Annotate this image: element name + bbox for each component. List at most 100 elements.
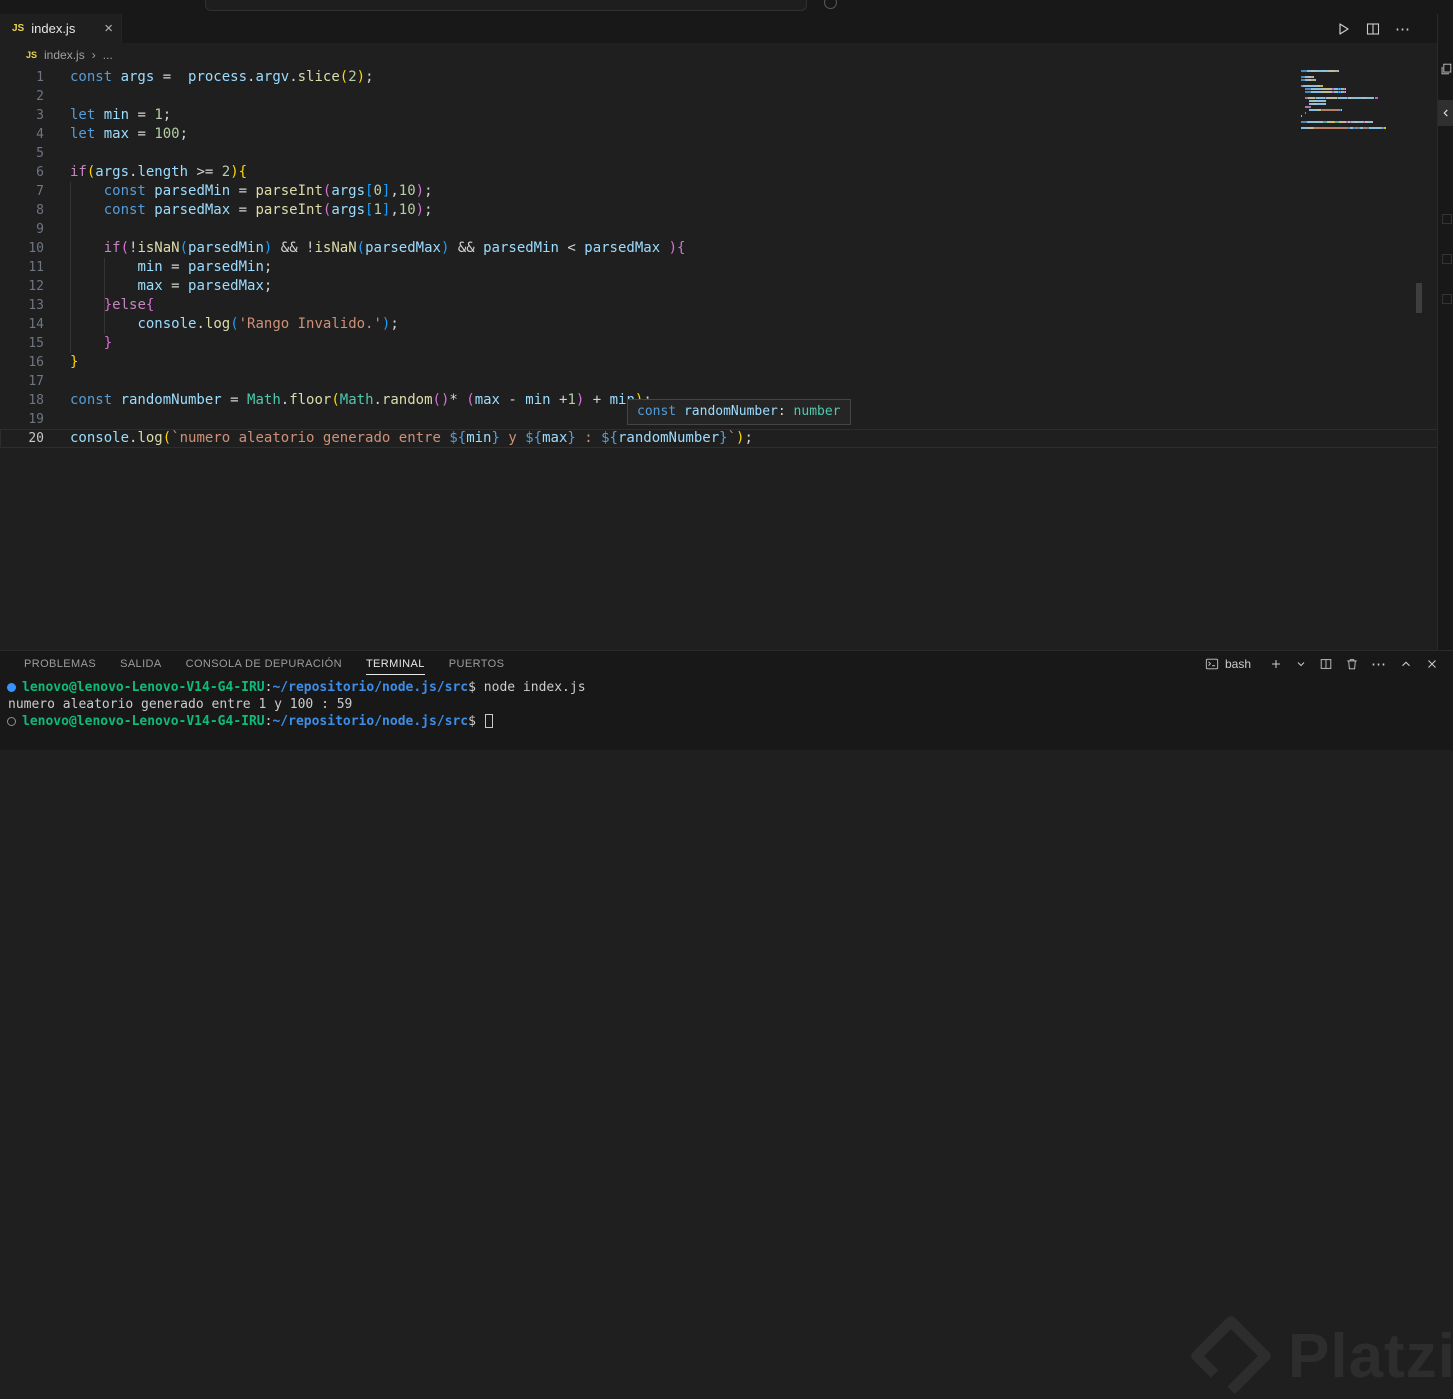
line-number[interactable]: 17: [0, 372, 44, 391]
panel-tab-problemas[interactable]: PROBLEMAS: [24, 651, 96, 677]
token: parseInt: [255, 183, 323, 199]
token: min: [103, 107, 130, 123]
close-panel-button[interactable]: [1425, 657, 1439, 671]
maximize-panel-button[interactable]: [1399, 657, 1413, 671]
line-number[interactable]: 2: [0, 87, 44, 106]
kill-terminal-trash-button[interactable]: [1345, 657, 1359, 671]
line-number[interactable]: 4: [0, 125, 44, 144]
token: 2: [348, 69, 357, 85]
code-line[interactable]: 20 console.log(`numero aleatorio generado…: [0, 429, 1453, 448]
line-number[interactable]: 6: [0, 163, 44, 182]
line-number[interactable]: 16: [0, 353, 44, 372]
split-terminal-button[interactable]: [1319, 657, 1333, 671]
breadcrumb-file[interactable]: index.js: [44, 48, 85, 62]
token: 'Rango Invalido.': [238, 316, 382, 332]
token: ): [415, 183, 425, 199]
token: randomNumber: [120, 392, 222, 408]
code-line[interactable]: 12 max = parsedMax;: [0, 277, 1453, 296]
copy-icon[interactable]: [1439, 62, 1453, 76]
terminal-content[interactable]: lenovo@lenovo-Lenovo-V14-G4-IRU:~/reposi…: [0, 677, 1453, 730]
minimap-line: [1301, 70, 1393, 72]
command-decoration-pending-icon[interactable]: [7, 717, 16, 726]
code-line[interactable]: 4 let max = 100;: [0, 125, 1453, 144]
line-number[interactable]: 10: [0, 239, 44, 258]
code-line[interactable]: 15 }: [0, 334, 1453, 353]
minimap[interactable]: [1301, 70, 1393, 130]
line-number[interactable]: 9: [0, 220, 44, 239]
new-terminal-button[interactable]: [1269, 657, 1283, 671]
line-number[interactable]: 7: [0, 182, 44, 201]
token: const: [70, 392, 121, 408]
tab-index-js[interactable]: JS index.js ×: [0, 14, 122, 43]
run-file-button[interactable]: [1335, 21, 1351, 37]
token: (: [331, 392, 340, 408]
rail-faint-icon[interactable]: [1442, 294, 1452, 304]
line-number[interactable]: 3: [0, 106, 44, 125]
restore-sidebar-button[interactable]: [1438, 100, 1453, 126]
terminal-dropdown-chevron-icon[interactable]: [1295, 658, 1307, 670]
token: const: [103, 183, 155, 199]
code-editor[interactable]: 1 const args = process.argv.slice(2); 2 3 le…: [0, 66, 1453, 650]
code-line[interactable]: 16}: [0, 353, 1453, 372]
code-line[interactable]: 14 console.log('Rango Invalido.');: [0, 315, 1453, 334]
token: {: [677, 240, 686, 256]
code-line[interactable]: 8 const parsedMax = parseInt(args[1],10)…: [0, 201, 1453, 220]
line-number[interactable]: 8: [0, 201, 44, 220]
line-number[interactable]: 15: [0, 334, 44, 353]
line-number[interactable]: 1: [0, 68, 44, 87]
code-text: const args = process.argv.slice(2);: [70, 68, 374, 87]
code-line[interactable]: 6 if(args.length >= 2){: [0, 163, 1453, 182]
split-editor-button[interactable]: [1365, 21, 1381, 37]
scrollbar-thumb[interactable]: [1416, 283, 1422, 313]
code-line[interactable]: 13 }else{: [0, 296, 1453, 315]
code-line[interactable]: 5: [0, 144, 1453, 163]
line-number[interactable]: 18: [0, 391, 44, 410]
token: :: [575, 430, 602, 446]
line-number[interactable]: 11: [0, 258, 44, 277]
code-text: }: [70, 334, 112, 353]
line-number[interactable]: 19: [0, 410, 44, 429]
token: 1: [567, 392, 576, 408]
command-decoration-success-icon[interactable]: [7, 683, 16, 692]
code-line[interactable]: 10 if(!isNaN(parsedMin) && !isNaN(parsed…: [0, 239, 1453, 258]
line-number[interactable]: 20: [0, 429, 44, 448]
close-tab-icon[interactable]: ×: [104, 21, 113, 36]
code-line[interactable]: 7 const parsedMin = parseInt(args[0],10)…: [0, 182, 1453, 201]
line-number[interactable]: 13: [0, 296, 44, 315]
code-line[interactable]: 17: [0, 372, 1453, 391]
token: args: [95, 164, 130, 180]
code-line[interactable]: 11 min = parsedMin;: [0, 258, 1453, 277]
minimap-line: [1301, 73, 1393, 75]
code-text: let max = 100;: [70, 125, 188, 144]
line-number[interactable]: 5: [0, 144, 44, 163]
breadcrumb-symbol[interactable]: ...: [103, 48, 113, 62]
token: const: [70, 69, 121, 85]
panel-tab-terminal[interactable]: TERMINAL: [365, 651, 425, 677]
token: parsedMin: [154, 183, 231, 199]
command-center-searchbox[interactable]: [205, 0, 807, 11]
code-line[interactable]: 2: [0, 87, 1453, 106]
editor-more-actions-icon[interactable]: ⋯: [1395, 20, 1411, 38]
panel-more-actions-icon[interactable]: ⋯: [1371, 655, 1387, 673]
code-line[interactable]: 9: [0, 220, 1453, 239]
code-line[interactable]: 3 let min = 1;: [0, 106, 1453, 125]
minimap-line: [1301, 127, 1393, 129]
token: (: [432, 392, 441, 408]
token: ;: [263, 278, 273, 294]
rail-faint-icon[interactable]: [1442, 214, 1452, 224]
panel-actions: bash ⋯: [1205, 655, 1439, 673]
code-line[interactable]: 1 const args = process.argv.slice(2);: [0, 68, 1453, 87]
line-number[interactable]: 12: [0, 277, 44, 296]
panel-tab-consola-de-depuraci-n[interactable]: CONSOLA DE DEPURACIÓN: [186, 651, 342, 677]
code-text: let min = 1;: [70, 106, 171, 125]
code-text: if(!isNaN(parsedMin) && !isNaN(parsedMax…: [70, 239, 686, 258]
token: ;: [424, 202, 433, 218]
terminal-profile-selector[interactable]: bash: [1205, 657, 1251, 671]
line-number[interactable]: 14: [0, 315, 44, 334]
minimap-line: [1301, 100, 1393, 102]
rail-faint-icon[interactable]: [1442, 254, 1452, 264]
titlebar-circle-icon[interactable]: [824, 0, 837, 9]
panel-tab-salida[interactable]: SALIDA: [120, 651, 162, 677]
panel-tab-puertos[interactable]: PUERTOS: [449, 651, 505, 677]
